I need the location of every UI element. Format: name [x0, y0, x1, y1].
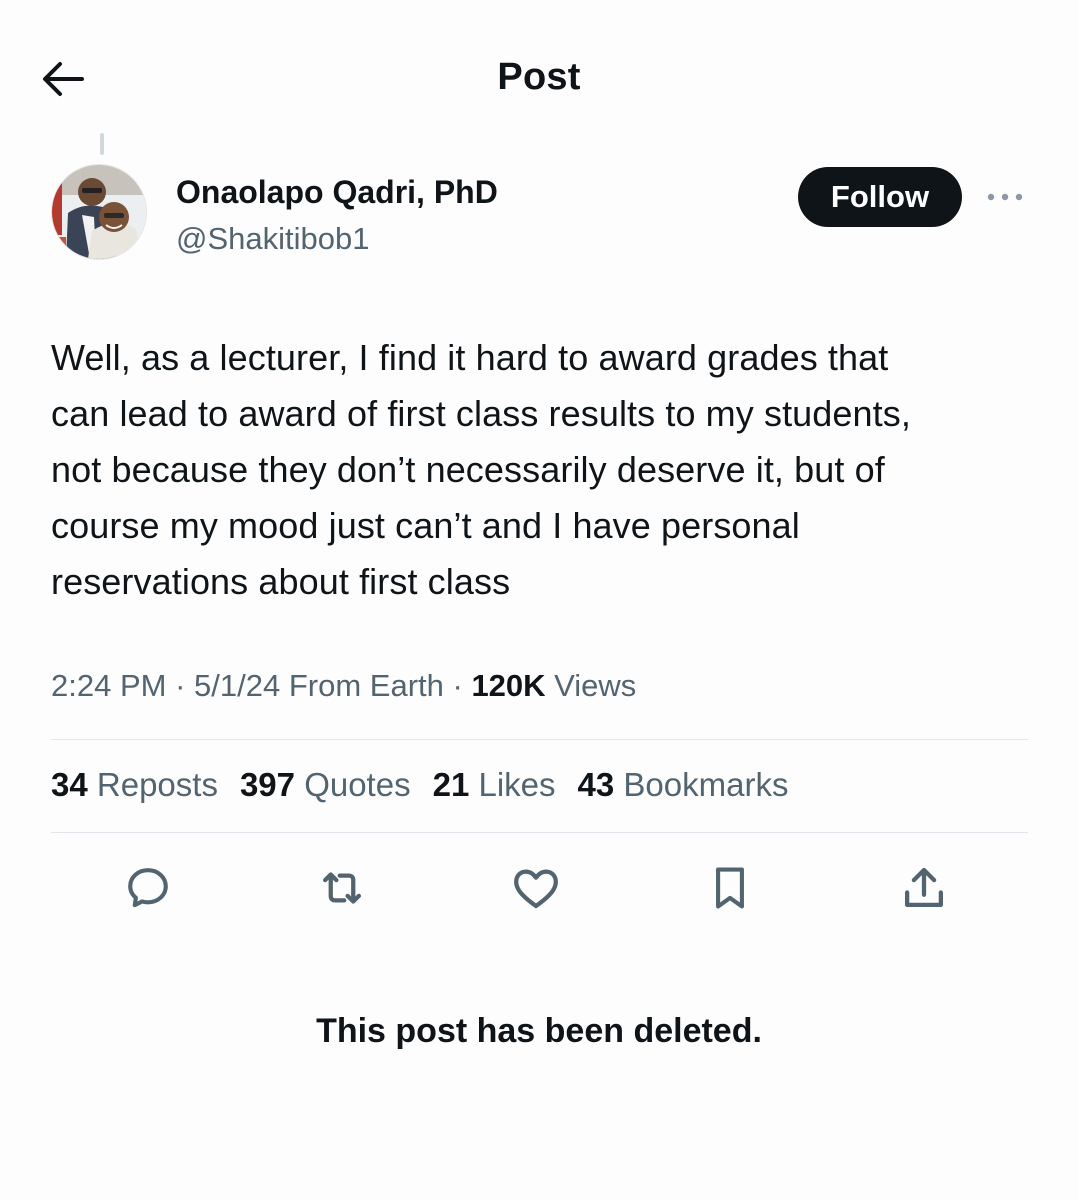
bookmark-icon: [716, 867, 744, 909]
reposts-count: 34: [51, 766, 88, 803]
post-source: From Earth: [288, 668, 444, 703]
post-text: Well, as a lecturer, I find it hard to a…: [51, 337, 911, 602]
quotes-stat[interactable]: 397 Quotes: [240, 766, 411, 804]
bookmarks-count: 43: [577, 766, 615, 803]
bookmark-button[interactable]: [702, 860, 758, 916]
reposts-stat[interactable]: 34 Reposts: [51, 766, 218, 804]
more-horizontal-icon: [987, 193, 1023, 201]
likes-count: 21: [432, 766, 470, 803]
more-options-button[interactable]: [982, 180, 1028, 214]
post-date[interactable]: 5/1/24: [194, 668, 280, 703]
repost-icon: [322, 872, 362, 904]
repost-button[interactable]: [314, 860, 370, 916]
deleted-notice: This post has been deleted.: [316, 1012, 762, 1050]
post-metadata: 2:24 PM · 5/1/24 From Earth · 120K Views: [51, 668, 636, 704]
quotes-label: Quotes: [304, 766, 411, 803]
like-button[interactable]: [508, 860, 564, 916]
avatar[interactable]: [51, 164, 147, 260]
author-display-name[interactable]: Onaolapo Qadri, PhD: [176, 174, 498, 211]
views-label: Views: [554, 668, 637, 703]
likes-stat[interactable]: 21 Likes: [433, 766, 556, 804]
follow-button[interactable]: Follow: [798, 167, 962, 227]
reply-icon: [128, 868, 168, 908]
action-bar: [0, 860, 1078, 916]
meta-separator: ·: [452, 668, 472, 703]
bookmarks-stat[interactable]: 43 Bookmarks: [578, 766, 789, 804]
share-button[interactable]: [896, 860, 952, 916]
page-title: Post: [497, 56, 581, 98]
bookmarks-label: Bookmarks: [623, 766, 789, 803]
avatar-photo: [52, 165, 146, 259]
author-handle[interactable]: @Shakitibob1: [176, 221, 369, 257]
quotes-count: 397: [239, 766, 296, 803]
post-time[interactable]: 2:24 PM: [51, 668, 166, 703]
views-count: 120K: [471, 668, 546, 703]
reposts-label: Reposts: [96, 766, 218, 803]
divider: [51, 832, 1028, 833]
reply-button[interactable]: [120, 860, 176, 916]
likes-label: Likes: [478, 766, 556, 803]
top-bar: Post: [0, 0, 1078, 150]
meta-separator: ·: [175, 668, 195, 703]
like-icon: [514, 869, 558, 909]
thread-connector: [100, 133, 104, 155]
share-icon: [904, 867, 944, 908]
engagement-stats: 34 Reposts 397 Quotes 21 Likes 43 Bookma…: [51, 766, 810, 804]
divider: [51, 739, 1028, 740]
